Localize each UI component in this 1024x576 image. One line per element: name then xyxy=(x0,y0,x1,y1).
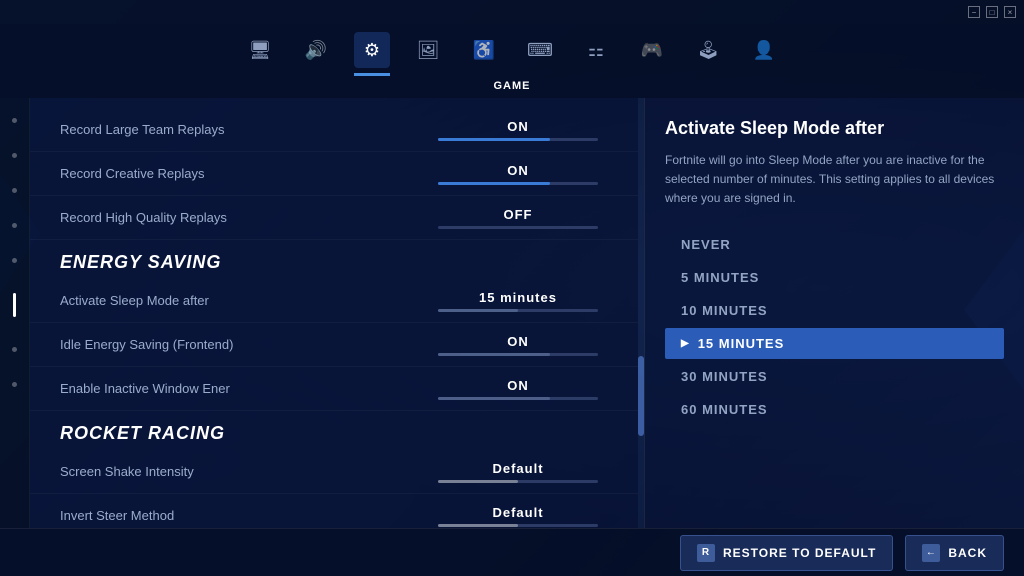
setting-value-screen-shake: Default xyxy=(492,461,543,476)
navbar: 🖥 🔊 ⚙ 🖼 ♿ ⌨ ⚏ 🎮 🕹 👤 GAME xyxy=(0,24,1024,98)
nav-game-icon[interactable]: ⚙ xyxy=(354,32,390,68)
nav-display-icon[interactable]: 🖼 xyxy=(410,32,446,68)
setting-bar-record-hq xyxy=(438,226,598,229)
setting-label-sleep-mode: Activate Sleep Mode after xyxy=(60,293,418,308)
back-icon: ← xyxy=(922,544,940,562)
nav-racing-icon[interactable]: 🎮 xyxy=(634,32,670,68)
setting-value-inactive-window: ON xyxy=(507,378,529,393)
setting-bar-sleep-mode xyxy=(438,309,598,312)
sidebar xyxy=(0,98,30,528)
setting-value-container-record-creative: ON xyxy=(418,163,618,185)
setting-bar-inactive-window xyxy=(438,397,598,400)
setting-value-record-creative: ON xyxy=(507,163,529,178)
nav-audio-icon[interactable]: 🔊 xyxy=(298,32,334,68)
sidebar-dot-7 xyxy=(12,347,17,352)
option-15min[interactable]: 15 MINUTES xyxy=(665,328,1004,359)
setting-value-idle-energy: ON xyxy=(507,334,529,349)
main-content: Record Large Team Replays ON Record Crea… xyxy=(0,98,1024,528)
maximize-button[interactable]: □ xyxy=(986,6,998,18)
sidebar-dot-8 xyxy=(12,382,17,387)
setting-bar-idle-energy xyxy=(438,353,598,356)
setting-bar-screen-shake xyxy=(438,480,598,483)
setting-row-screen-shake[interactable]: Screen Shake Intensity Default xyxy=(30,450,638,494)
setting-bar-record-large-team xyxy=(438,138,598,141)
setting-value-container-idle-energy: ON xyxy=(418,334,618,356)
option-30min[interactable]: 30 MINUTES xyxy=(665,361,1004,392)
restore-icon: R xyxy=(697,544,715,562)
setting-row-idle-energy[interactable]: Idle Energy Saving (Frontend) ON xyxy=(30,323,638,367)
setting-label-record-hq: Record High Quality Replays xyxy=(60,210,418,225)
setting-value-invert-steer: Default xyxy=(492,505,543,520)
setting-value-container-invert-steer: Default xyxy=(418,505,618,527)
nav-monitor-icon[interactable]: 🖥 xyxy=(242,32,278,68)
nav-active-label: GAME xyxy=(494,76,531,98)
nav-grid-icon[interactable]: ⚏ xyxy=(578,32,614,68)
option-60min[interactable]: 60 MINUTES xyxy=(665,394,1004,425)
option-5min[interactable]: 5 MINUTES xyxy=(665,262,1004,293)
setting-bar-record-creative xyxy=(438,182,598,185)
option-10min[interactable]: 10 MINUTES xyxy=(665,295,1004,326)
scrollbar[interactable] xyxy=(638,98,644,528)
setting-label-record-creative: Record Creative Replays xyxy=(60,166,418,181)
setting-label-screen-shake: Screen Shake Intensity xyxy=(60,464,418,479)
sidebar-dot-3 xyxy=(12,188,17,193)
back-label: BACK xyxy=(948,546,987,560)
setting-row-sleep-mode[interactable]: Activate Sleep Mode after 15 minutes xyxy=(30,279,638,323)
setting-value-container-record-hq: OFF xyxy=(418,207,618,229)
restore-default-button[interactable]: R RESTORE TO DEFAULT xyxy=(680,535,893,571)
minimize-button[interactable]: − xyxy=(968,6,980,18)
sidebar-dot-5 xyxy=(12,258,17,263)
nav-icons: 🖥 🔊 ⚙ 🖼 ♿ ⌨ ⚏ 🎮 🕹 👤 xyxy=(242,32,782,76)
main-window: − □ × 🖥 🔊 ⚙ 🖼 ♿ ⌨ ⚏ 🎮 🕹 👤 GAME xyxy=(0,0,1024,576)
nav-keyboard-icon[interactable]: ⌨ xyxy=(522,32,558,68)
detail-description: Fortnite will go into Sleep Mode after y… xyxy=(665,151,1004,209)
setting-label-idle-energy: Idle Energy Saving (Frontend) xyxy=(60,337,418,352)
scrollbar-thumb[interactable] xyxy=(638,356,644,436)
sidebar-dot-1 xyxy=(12,118,17,123)
setting-value-sleep-mode: 15 minutes xyxy=(479,290,557,305)
back-button[interactable]: ← BACK xyxy=(905,535,1004,571)
sidebar-dot-4 xyxy=(12,223,17,228)
setting-label-record-large-team: Record Large Team Replays xyxy=(60,122,418,137)
section-rocket-racing: ROCKET RACING xyxy=(30,411,638,450)
sidebar-dot-active xyxy=(13,293,16,317)
setting-label-invert-steer: Invert Steer Method xyxy=(60,508,418,523)
sidebar-dot-2 xyxy=(12,153,17,158)
setting-bar-invert-steer xyxy=(438,524,598,527)
setting-row-invert-steer[interactable]: Invert Steer Method Default xyxy=(30,494,638,528)
section-title-energy-saving: ENERGY SAVING xyxy=(60,252,221,272)
restore-label: RESTORE TO DEFAULT xyxy=(723,546,876,560)
options-list: NEVER 5 MINUTES 10 MINUTES 15 MINUTES 30… xyxy=(665,229,1004,425)
setting-value-container-record-large-team: ON xyxy=(418,119,618,141)
nav-accessibility-icon[interactable]: ♿ xyxy=(466,32,502,68)
settings-panel[interactable]: Record Large Team Replays ON Record Crea… xyxy=(30,98,638,528)
setting-value-record-hq: OFF xyxy=(504,207,533,222)
nav-controller-icon[interactable]: 🕹 xyxy=(690,32,726,68)
close-button[interactable]: × xyxy=(1004,6,1016,18)
setting-row-inactive-window[interactable]: Enable Inactive Window Ener ON xyxy=(30,367,638,411)
detail-title: Activate Sleep Mode after xyxy=(665,118,1004,139)
setting-row-record-hq[interactable]: Record High Quality Replays OFF xyxy=(30,196,638,240)
bottom-bar: R RESTORE TO DEFAULT ← BACK xyxy=(0,528,1024,576)
detail-panel: Activate Sleep Mode after Fortnite will … xyxy=(644,98,1024,528)
setting-value-container-sleep-mode: 15 minutes xyxy=(418,290,618,312)
option-never[interactable]: NEVER xyxy=(665,229,1004,260)
setting-value-record-large-team: ON xyxy=(507,119,529,134)
setting-value-container-screen-shake: Default xyxy=(418,461,618,483)
setting-label-inactive-window: Enable Inactive Window Ener xyxy=(60,381,418,396)
section-energy-saving: ENERGY SAVING xyxy=(30,240,638,279)
setting-row-record-creative[interactable]: Record Creative Replays ON xyxy=(30,152,638,196)
setting-row-record-large-team[interactable]: Record Large Team Replays ON xyxy=(30,108,638,152)
section-title-rocket-racing: ROCKET RACING xyxy=(60,423,225,443)
setting-value-container-inactive-window: ON xyxy=(418,378,618,400)
titlebar: − □ × xyxy=(0,0,1024,24)
nav-user-icon[interactable]: 👤 xyxy=(746,32,782,68)
